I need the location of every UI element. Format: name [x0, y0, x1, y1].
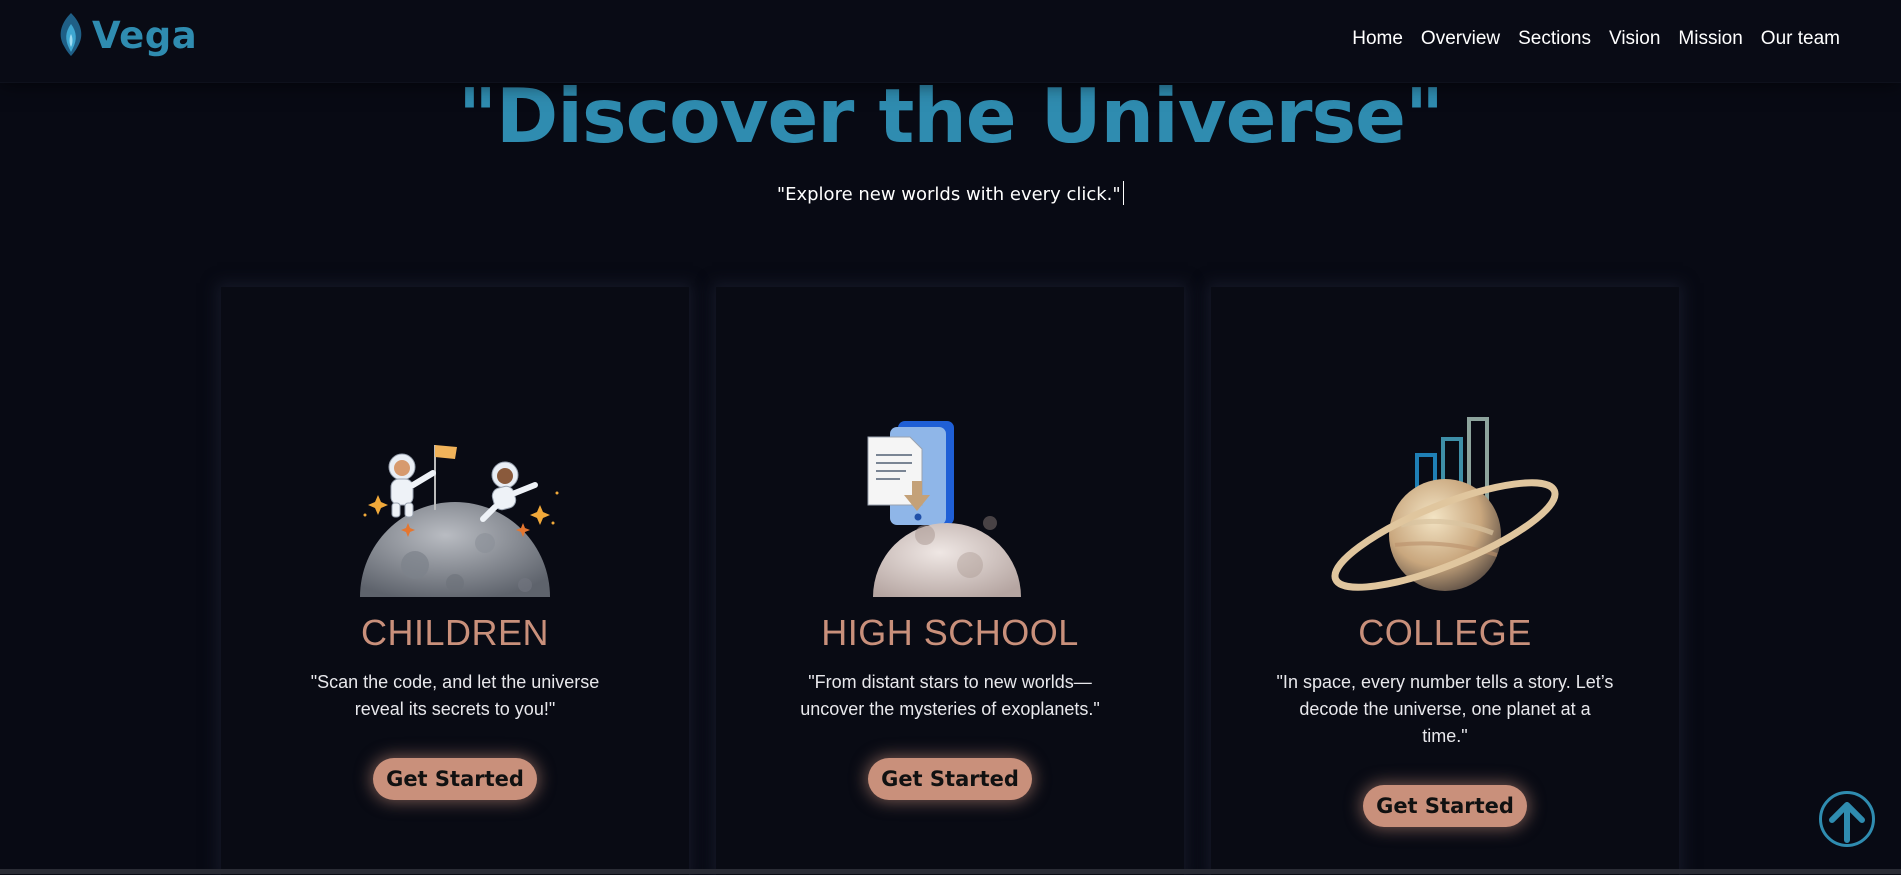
card-text: "From distant stars to new worlds—uncove… [800, 672, 1100, 719]
logo-text: Vega [92, 13, 198, 57]
nav-link-sections[interactable]: Sections [1518, 28, 1591, 50]
card-title: COLLEGE [1358, 612, 1532, 653]
card-text: "In space, every number tells a story. L… [1276, 672, 1614, 746]
astronauts-on-moon-icon [360, 445, 559, 597]
nav-link-vision[interactable]: Vision [1609, 28, 1660, 50]
hero-subtitle-line: "Explore new worlds with every click." [0, 181, 1901, 205]
arrow-up-circle-icon[interactable] [1818, 790, 1876, 848]
hero-subtitle: "Explore new worlds with every click." [776, 184, 1121, 205]
card-title: CHILDREN [360, 612, 550, 653]
nav-link-mission[interactable]: Mission [1678, 28, 1742, 50]
saturn-bar-chart-icon [1331, 417, 1559, 591]
flame-logo-icon [60, 13, 82, 56]
nav-link-our-team[interactable]: Our team [1761, 28, 1840, 50]
get-started-button[interactable]: Get Started [1363, 785, 1527, 827]
hero-title: "Discover the Universe" [457, 72, 1444, 160]
get-started-button[interactable]: Get Started [373, 758, 537, 800]
nav-link-home[interactable]: Home [1352, 28, 1403, 50]
navbar: Vega Home Overview Sections Vision Missi… [0, 0, 1901, 83]
logo[interactable]: Vega [56, 12, 197, 58]
nav-link-overview[interactable]: Overview [1421, 28, 1500, 50]
phone-document-moon-icon [867, 421, 1021, 597]
card-text: "Scan the code, and let the universe rev… [310, 672, 600, 719]
card-college: COLLEGE "In space, every number tells a … [1211, 287, 1679, 875]
card-children: CHILDREN "Scan the code, and let the uni… [221, 287, 689, 875]
get-started-button[interactable]: Get Started [868, 758, 1032, 800]
bottom-divider [0, 869, 1901, 874]
card-title: HIGH SCHOOL [821, 612, 1079, 653]
card-high-school: HIGH SCHOOL "From distant stars to new w… [716, 287, 1184, 875]
text-caret [1122, 181, 1125, 205]
nav-menu: Home Overview Sections Vision Mission Ou… [1334, 28, 1840, 50]
